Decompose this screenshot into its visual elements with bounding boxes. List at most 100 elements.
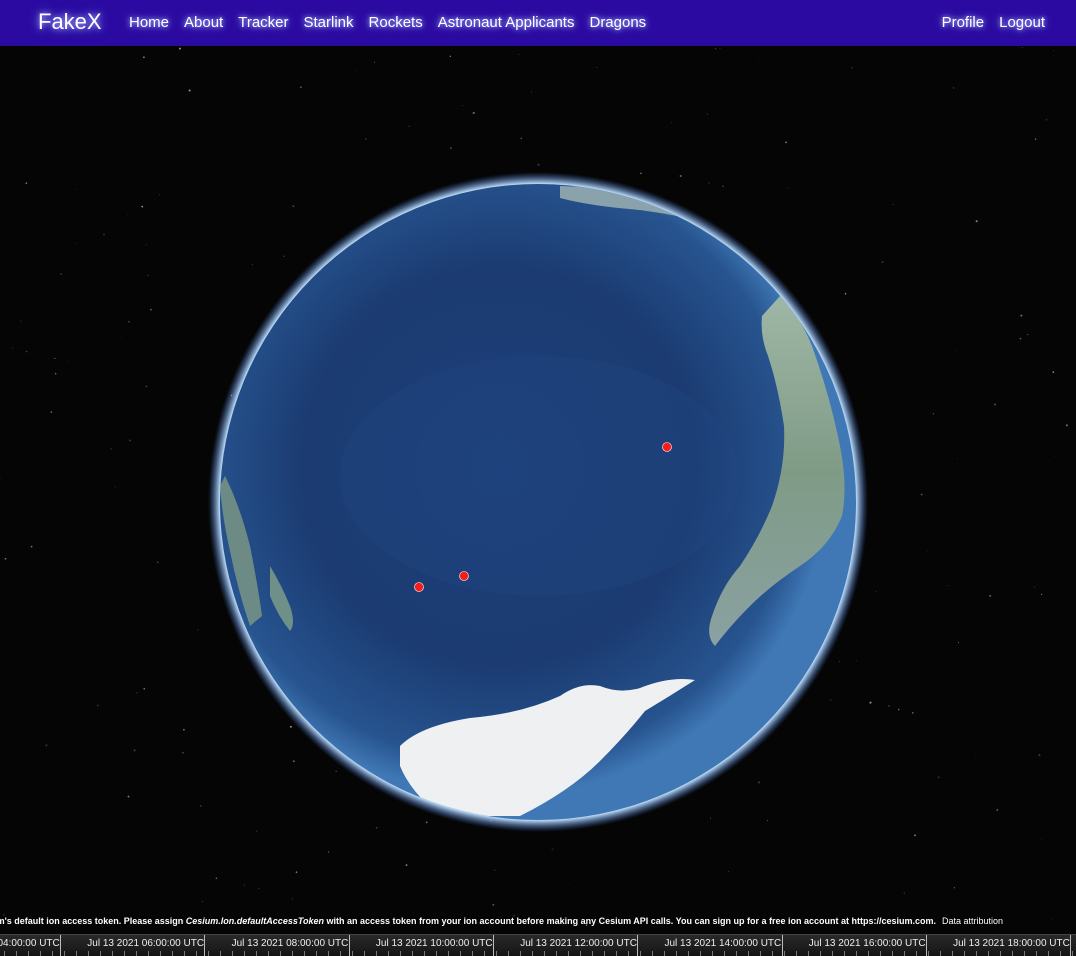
timeline-minor-tick [196,951,197,956]
timeline-minor-tick [100,951,101,956]
nav-dragons[interactable]: Dragons [589,14,646,31]
satellite-marker[interactable] [414,582,424,592]
timeline-minor-tick [40,951,41,956]
timeline-minor-tick [712,951,713,956]
nav-profile[interactable]: Profile [942,14,985,31]
timeline-label: Jul 13 2021 06:00:00 UTC [87,938,205,949]
nav-user-links: Profile Logout [942,14,1045,31]
timeline-minor-tick [412,951,413,956]
nav-rockets[interactable]: Rockets [369,14,423,31]
timeline-major-tick [60,935,61,956]
timeline-minor-tick [1024,951,1025,956]
timeline-minor-tick [1036,951,1037,956]
globe-viewer[interactable]: m's default ion access token. Please ass… [0,46,1076,934]
timeline-major-tick [925,935,927,956]
timeline-minor-tick [436,951,437,956]
timeline-minor-tick [616,951,617,956]
timeline-minor-tick [340,951,341,956]
nav-home[interactable]: Home [129,14,169,31]
timeline-minor-tick [136,951,137,956]
timeline-minor-tick [892,951,893,956]
timeline-minor-tick [496,951,497,956]
nav-about[interactable]: About [184,14,223,31]
timeline-minor-tick [856,951,857,956]
timeline-label: Jul 13 2021 04:00:00 UTC [0,938,60,949]
timeline-minor-tick [112,951,113,956]
data-attribution-link[interactable]: Data attribution [942,912,1003,930]
timeline-minor-tick [244,951,245,956]
timeline-minor-tick [652,951,653,956]
timeline-minor-tick [292,951,293,956]
timeline-minor-tick [1012,951,1013,956]
timeline-minor-tick [988,951,989,956]
timeline-minor-tick [544,951,545,956]
timeline-minor-tick [700,951,701,956]
timeline-minor-tick [268,951,269,956]
timeline-minor-tick [976,951,977,956]
timeline-minor-tick [232,951,233,956]
timeline-minor-tick [184,951,185,956]
timeline-minor-tick [1048,951,1049,956]
timeline-minor-tick [64,951,65,956]
timeline-minor-tick [556,951,557,956]
timeline-minor-tick [868,951,869,956]
timeline-minor-tick [1000,951,1001,956]
nav-starlink[interactable]: Starlink [304,14,354,31]
timeline-minor-tick [400,951,401,956]
timeline-minor-tick [376,951,377,956]
timeline-minor-tick [4,951,5,956]
timeline-minor-tick [316,951,317,956]
timeline-minor-tick [148,951,149,956]
timeline-minor-tick [220,951,221,956]
timeline-minor-tick [52,951,53,956]
cesium-timeline[interactable]: Jul 13 2021 04:00:00 UTC Jul 13 2021 06:0… [0,934,1076,956]
timeline-minor-tick [760,951,761,956]
brand-logo[interactable]: FakeX [38,9,102,35]
timeline-label: Jul 13 2021 12:00:00 UTC [520,938,637,949]
timeline-minor-tick [508,951,509,956]
timeline-minor-tick [640,951,641,956]
satellite-marker[interactable] [459,571,469,581]
timeline-minor-tick [280,951,281,956]
timeline-minor-tick [568,951,569,956]
timeline-minor-tick [388,951,389,956]
timeline-minor-tick [844,951,845,956]
timeline-minor-tick [448,951,449,956]
timeline-label: Jul 13 2021 08:00:00 UTC [231,938,349,949]
timeline-minor-tick [940,951,941,956]
timeline-minor-tick [880,951,881,956]
timeline-minor-tick [784,951,785,956]
nav-astronaut-applicants[interactable]: Astronaut Applicants [438,14,575,31]
timeline-minor-tick [424,951,425,956]
timeline-major-tick [637,935,639,956]
timeline-minor-tick [520,951,521,956]
timeline-minor-tick [16,951,17,956]
timeline-minor-tick [352,951,353,956]
timeline-label: Jul 13 2021 10:00:00 UTC [375,938,493,949]
timeline-minor-tick [304,951,305,956]
timeline-minor-tick [736,951,737,956]
cesium-credits: m's default ion access token. Please ass… [0,912,1076,930]
timeline-minor-tick [88,951,89,956]
timeline-major-tick [781,935,783,956]
nav-logout[interactable]: Logout [999,14,1045,31]
timeline-minor-tick [724,951,725,956]
timeline-minor-tick [28,951,29,956]
timeline-major-tick [204,935,206,956]
nav-tracker[interactable]: Tracker [238,14,288,31]
earth-globe[interactable] [0,46,1076,934]
timeline-minor-tick [76,951,77,956]
timeline-minor-tick [772,951,773,956]
timeline-minor-tick [664,951,665,956]
top-navbar: FakeX Home About Tracker Starlink Rocket… [0,0,1076,46]
satellite-marker[interactable] [662,442,672,452]
timeline-minor-tick [796,951,797,956]
timeline-minor-tick [364,951,365,956]
timeline-label: Jul 13 2021 18:00:00 UTC [953,938,1070,949]
timeline-minor-tick [208,951,209,956]
timeline-label: Jul 13 2021 16:00:00 UTC [808,938,926,949]
timeline-minor-tick [484,951,485,956]
timeline-minor-tick [904,951,905,956]
timeline-minor-tick [328,951,329,956]
timeline-minor-tick [832,951,833,956]
